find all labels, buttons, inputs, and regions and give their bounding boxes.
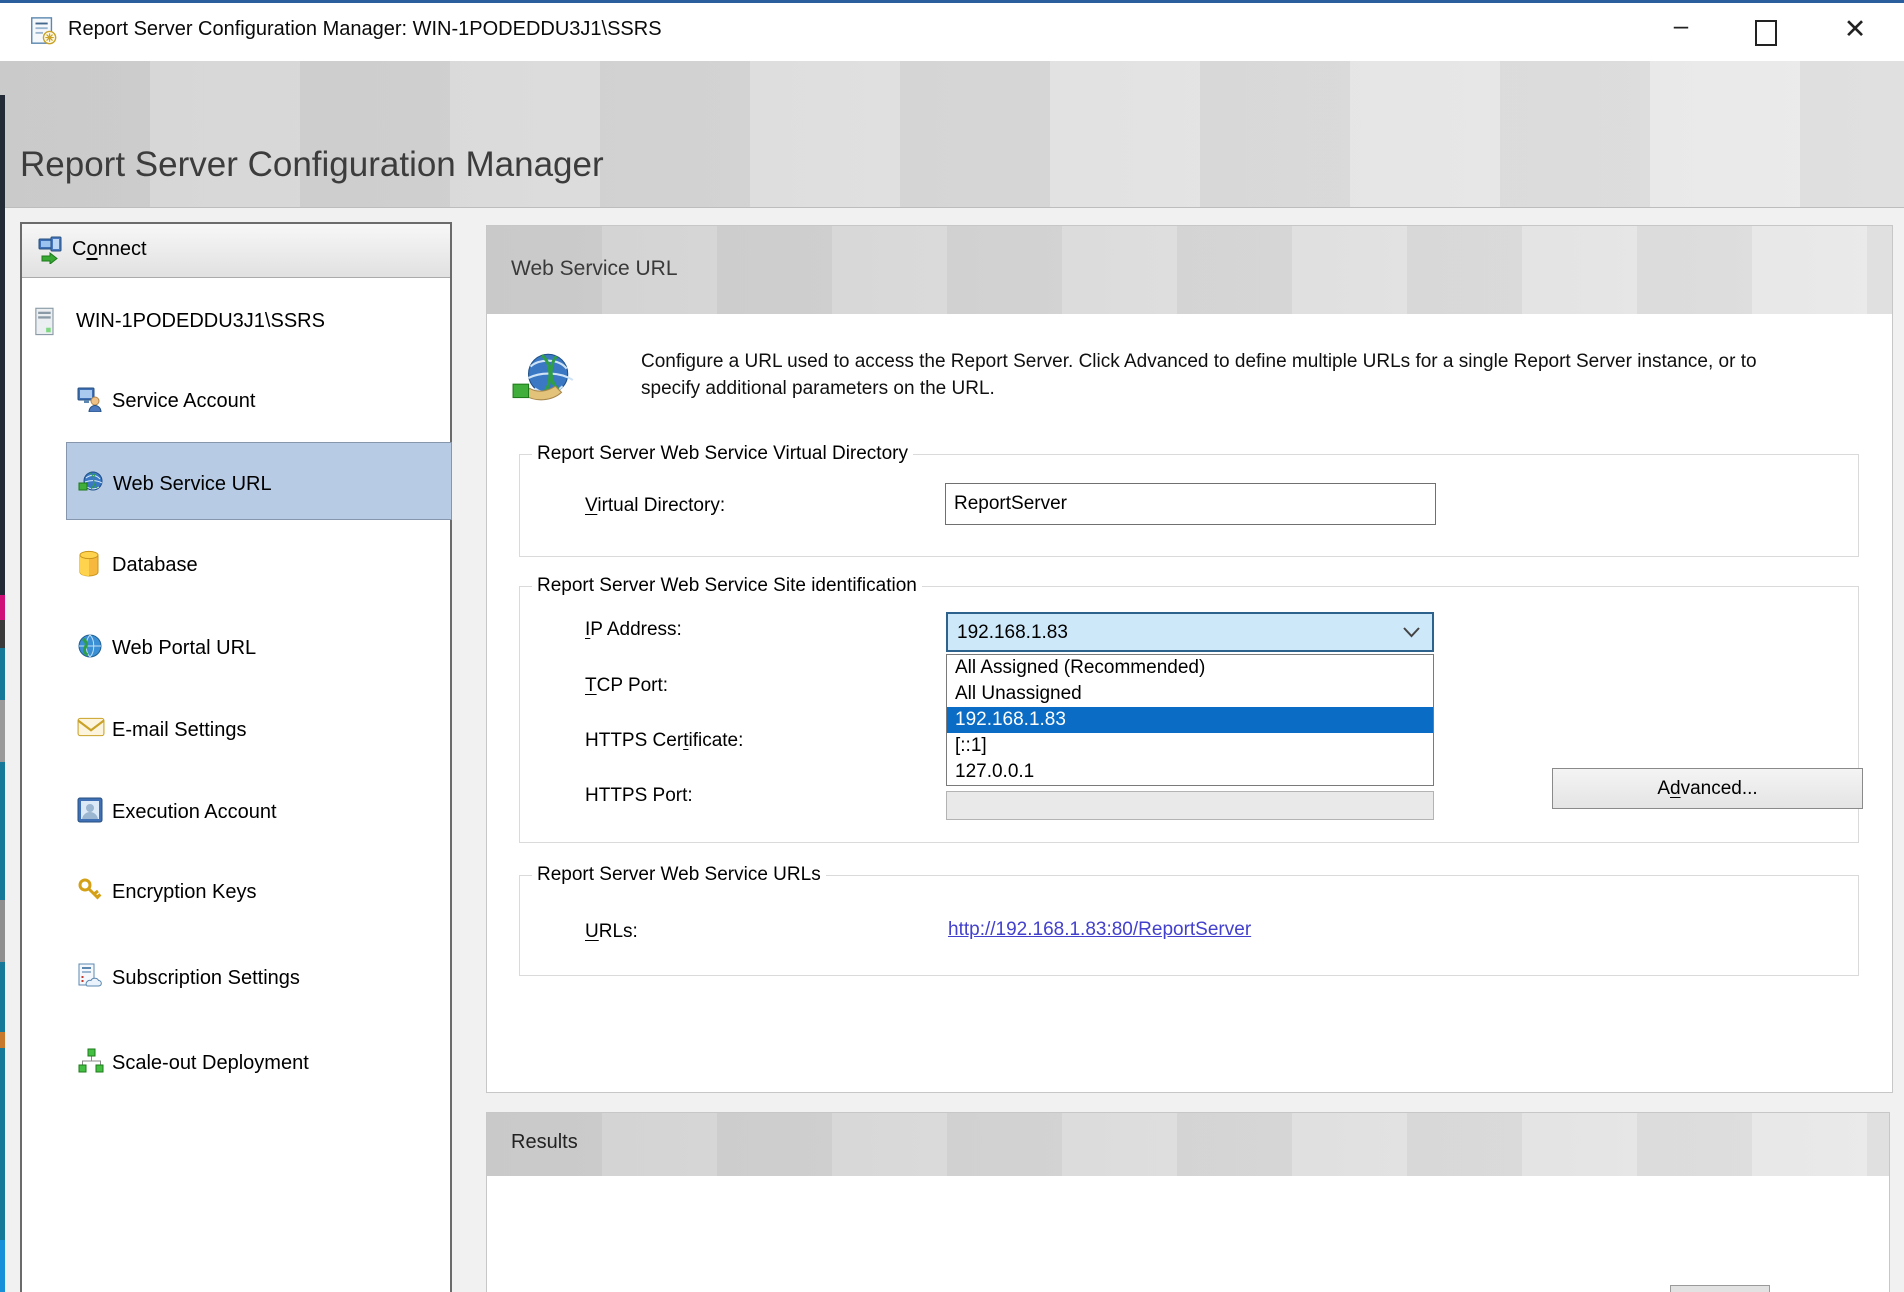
sidebar-item-encryption-keys[interactable]: Encryption Keys (66, 851, 452, 929)
dropdown-option[interactable]: [::1] (947, 733, 1433, 759)
virtual-directory-group-legend: Report Server Web Service Virtual Direct… (532, 443, 913, 465)
sidebar-item-email-settings[interactable]: E-mail Settings (66, 689, 452, 767)
sidebar-item-label: E-mail Settings (112, 719, 247, 742)
server-icon (32, 306, 58, 338)
dropdown-option[interactable]: 127.0.0.1 (947, 759, 1433, 785)
subscription-settings-icon (77, 963, 103, 989)
sidebar-item-web-service-url[interactable]: Web Service URL (66, 442, 452, 520)
web-service-globe-icon (511, 350, 577, 408)
connect-label: Connect (72, 238, 147, 261)
maximize-button[interactable] (1732, 3, 1798, 58)
chevron-down-icon (1403, 627, 1420, 638)
tcp-port-label: TCP Port: (585, 675, 668, 697)
https-certificate-label: HTTPS Certificate: (585, 730, 743, 752)
sidebar-item-scale-out-deployment[interactable]: Scale-out Deployment (66, 1022, 452, 1100)
encryption-keys-icon (77, 877, 103, 903)
execution-account-icon (77, 797, 103, 823)
page-title: Report Server Configuration Manager (20, 145, 604, 185)
sidebar-item-subscription-settings[interactable]: Subscription Settings (66, 937, 452, 1015)
site-identification-group: Report Server Web Service Site identific… (519, 586, 1859, 843)
report-server-configuration-manager-window: Report Server Configuration Manager: WIN… (0, 0, 1904, 1292)
advanced-button[interactable]: Advanced... (1552, 768, 1863, 809)
service-account-icon (77, 386, 103, 412)
sidebar-server-node[interactable]: WIN-1PODEDDU3J1\SSRS (32, 302, 442, 342)
server-name-label: WIN-1PODEDDU3J1\SSRS (76, 310, 325, 333)
dropdown-option-selected[interactable]: 192.168.1.83 (947, 707, 1433, 733)
connect-icon (38, 236, 66, 264)
ip-address-option-list: All Assigned (Recommended) All Unassigne… (946, 654, 1434, 786)
sidebar-item-database[interactable]: Database (66, 524, 452, 602)
app-icon (28, 16, 58, 46)
ip-address-selected-value: 192.168.1.83 (957, 622, 1068, 644)
https-port-input-disabled (946, 791, 1434, 820)
virtual-directory-input[interactable] (945, 483, 1436, 525)
window-title: Report Server Configuration Manager: WIN… (68, 18, 662, 41)
panel-header: Web Service URL (487, 226, 1892, 314)
sidebar-item-label: Subscription Settings (112, 967, 300, 990)
sidebar-item-execution-account[interactable]: Execution Account (66, 771, 452, 849)
ip-address-dropdown[interactable]: 192.168.1.83 (946, 612, 1434, 652)
web-service-url-icon (78, 469, 104, 495)
panel-description: Configure a URL used to access the Repor… (641, 348, 1781, 402)
sidebar-item-label: Encryption Keys (112, 881, 257, 904)
report-server-url-link[interactable]: http://192.168.1.83:80/ReportServer (948, 919, 1251, 941)
main-panel: Web Service URL Configure a URL used to … (486, 225, 1893, 1093)
web-portal-url-icon (77, 633, 103, 659)
https-port-label: HTTPS Port: (585, 785, 693, 807)
dropdown-option[interactable]: All Unassigned (947, 681, 1433, 707)
urls-group-legend: Report Server Web Service URLs (532, 864, 826, 886)
results-panel: Results (486, 1112, 1890, 1292)
sidebar-item-service-account[interactable]: Service Account (66, 360, 452, 438)
page-header: Report Server Configuration Manager (0, 61, 1904, 208)
sidebar-connect-button[interactable]: Connect (22, 224, 450, 278)
sidebar-item-label: Scale-out Deployment (112, 1052, 309, 1075)
sidebar-item-label: Execution Account (112, 801, 277, 824)
urls-group: Report Server Web Service URLs URLs: htt… (519, 875, 1859, 976)
title-bar: Report Server Configuration Manager: WIN… (0, 0, 1904, 62)
urls-label: URLs: (585, 921, 638, 943)
sidebar: Connect WIN-1PODEDDU3J1\SSRS Service Acc… (20, 222, 452, 1292)
bottom-button-partial[interactable] (1670, 1285, 1770, 1292)
virtual-directory-group: Report Server Web Service Virtual Direct… (519, 454, 1859, 557)
virtual-directory-label: Virtual Directory: (585, 495, 725, 517)
ip-address-label: IP Address: (585, 619, 682, 641)
sidebar-item-web-portal-url[interactable]: Web Portal URL (66, 607, 452, 685)
sidebar-item-label: Web Portal URL (112, 637, 256, 660)
database-icon (77, 550, 101, 578)
email-icon (77, 715, 105, 739)
dropdown-option[interactable]: All Assigned (Recommended) (947, 655, 1433, 681)
sidebar-item-label: Database (112, 554, 198, 577)
results-title: Results (511, 1131, 578, 1154)
results-header: Results (487, 1113, 1889, 1176)
close-button[interactable]: ✕ (1822, 3, 1888, 58)
site-identification-group-legend: Report Server Web Service Site identific… (532, 575, 922, 597)
maximize-icon (1755, 20, 1777, 46)
minimize-button[interactable]: – (1648, 3, 1714, 58)
sidebar-item-label: Service Account (112, 390, 255, 413)
scale-out-deployment-icon (77, 1048, 105, 1074)
panel-title: Web Service URL (511, 257, 678, 281)
sidebar-item-label: Web Service URL (113, 473, 272, 496)
